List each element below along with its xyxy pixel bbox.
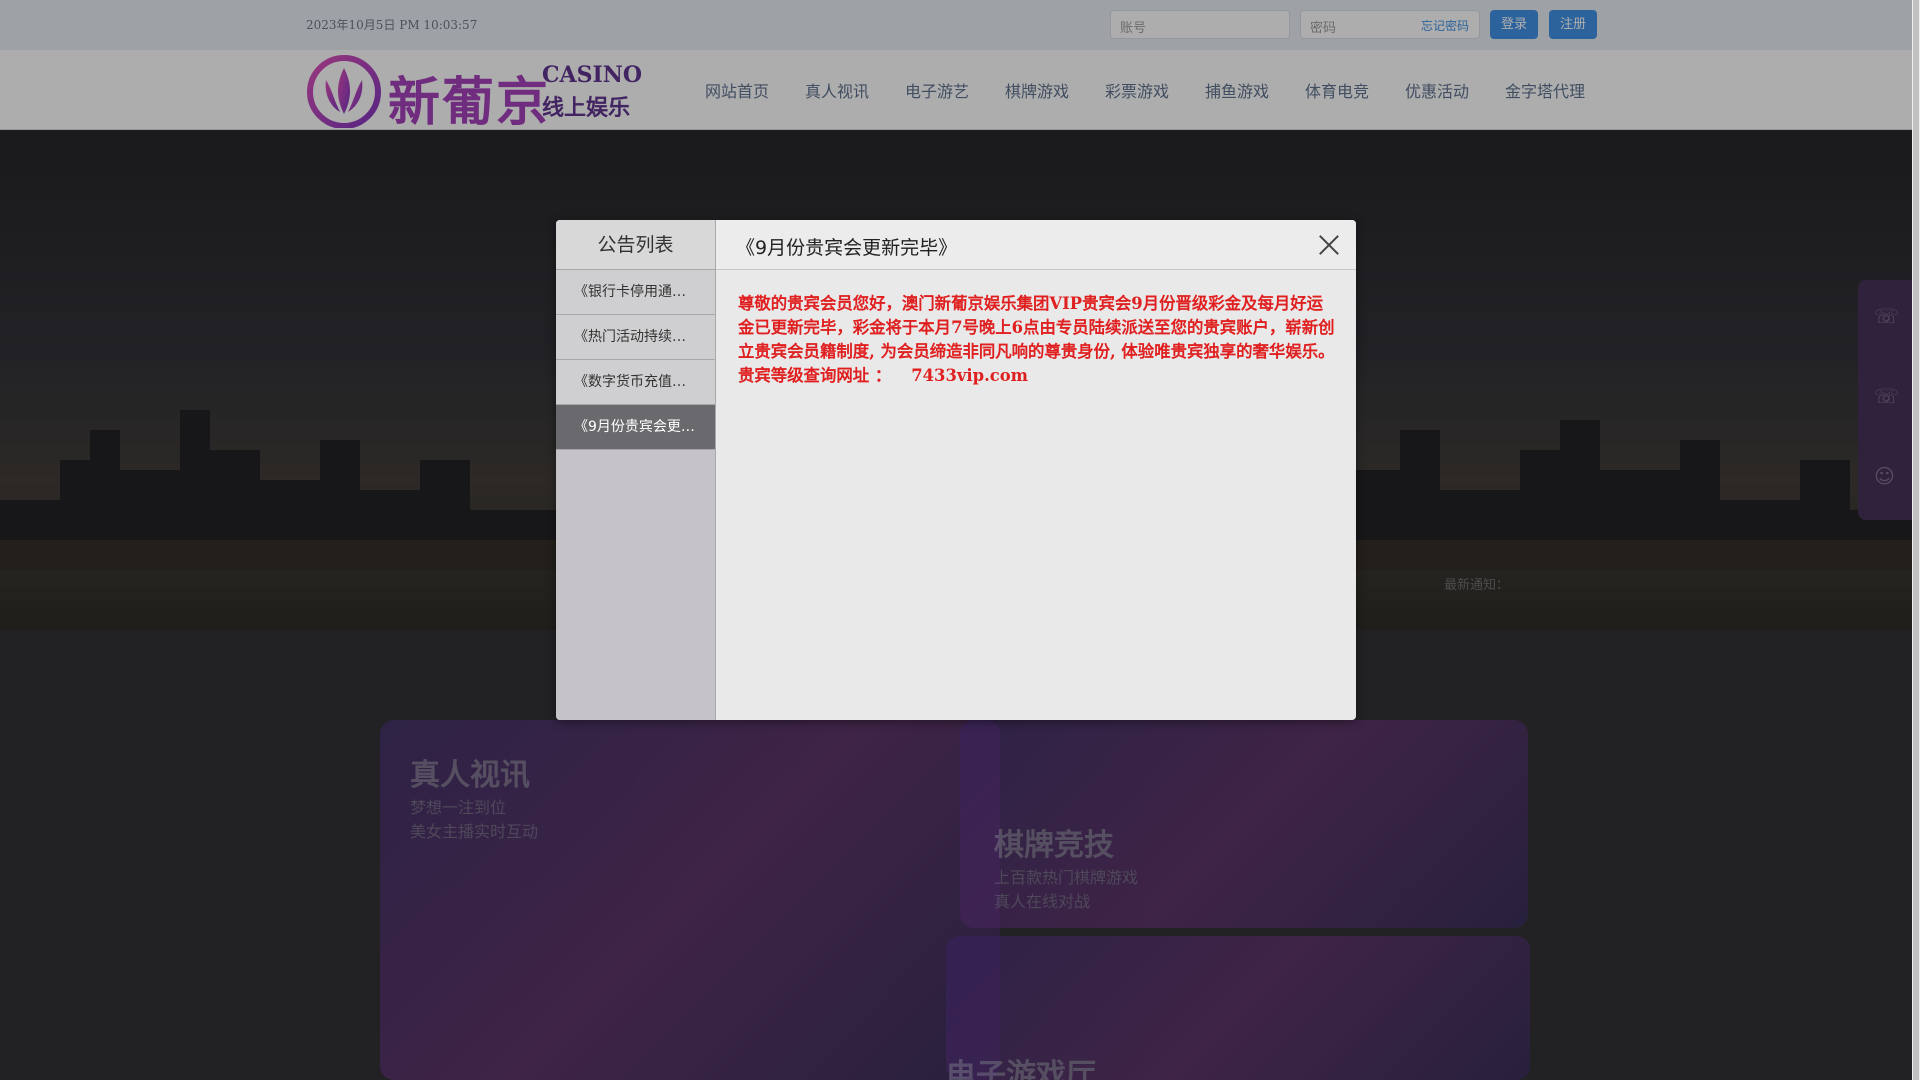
announcement-list-title: 公告列表	[556, 220, 715, 270]
page-scrollbar[interactable]	[1912, 0, 1920, 1080]
scrollbar-thumb[interactable]	[1913, 0, 1919, 1080]
close-icon[interactable]	[1316, 232, 1342, 258]
announcement-item[interactable]: 《银行卡停用通…	[556, 270, 715, 315]
announcement-item[interactable]: 《热门活动持续…	[556, 315, 715, 360]
announcement-body: 尊敬的贵宾会员您好，澳门新葡京娱乐集团VIP贵宾会9月份晋级彩金及每月好运金已更…	[738, 292, 1338, 388]
announcement-item-active[interactable]: 《9月份贵宾会更…	[556, 405, 715, 450]
announcement-text: 尊敬的贵宾会员您好，澳门新葡京娱乐集团VIP贵宾会9月份晋级彩金及每月好运金已更…	[738, 294, 1335, 385]
modal-header: 《9月份贵宾会更新完毕》	[716, 220, 1356, 270]
announcement-item[interactable]: 《数字货币充值…	[556, 360, 715, 405]
announcement-modal: 公告列表 《银行卡停用通… 《热门活动持续… 《数字货币充值… 《9月份贵宾会更…	[556, 220, 1356, 720]
vip-url-link[interactable]: 7433vip.com	[911, 366, 1028, 385]
announcement-list: 公告列表 《银行卡停用通… 《热门活动持续… 《数字货币充值… 《9月份贵宾会更…	[556, 220, 716, 720]
modal-title: 《9月份贵宾会更新完毕》	[736, 237, 958, 259]
